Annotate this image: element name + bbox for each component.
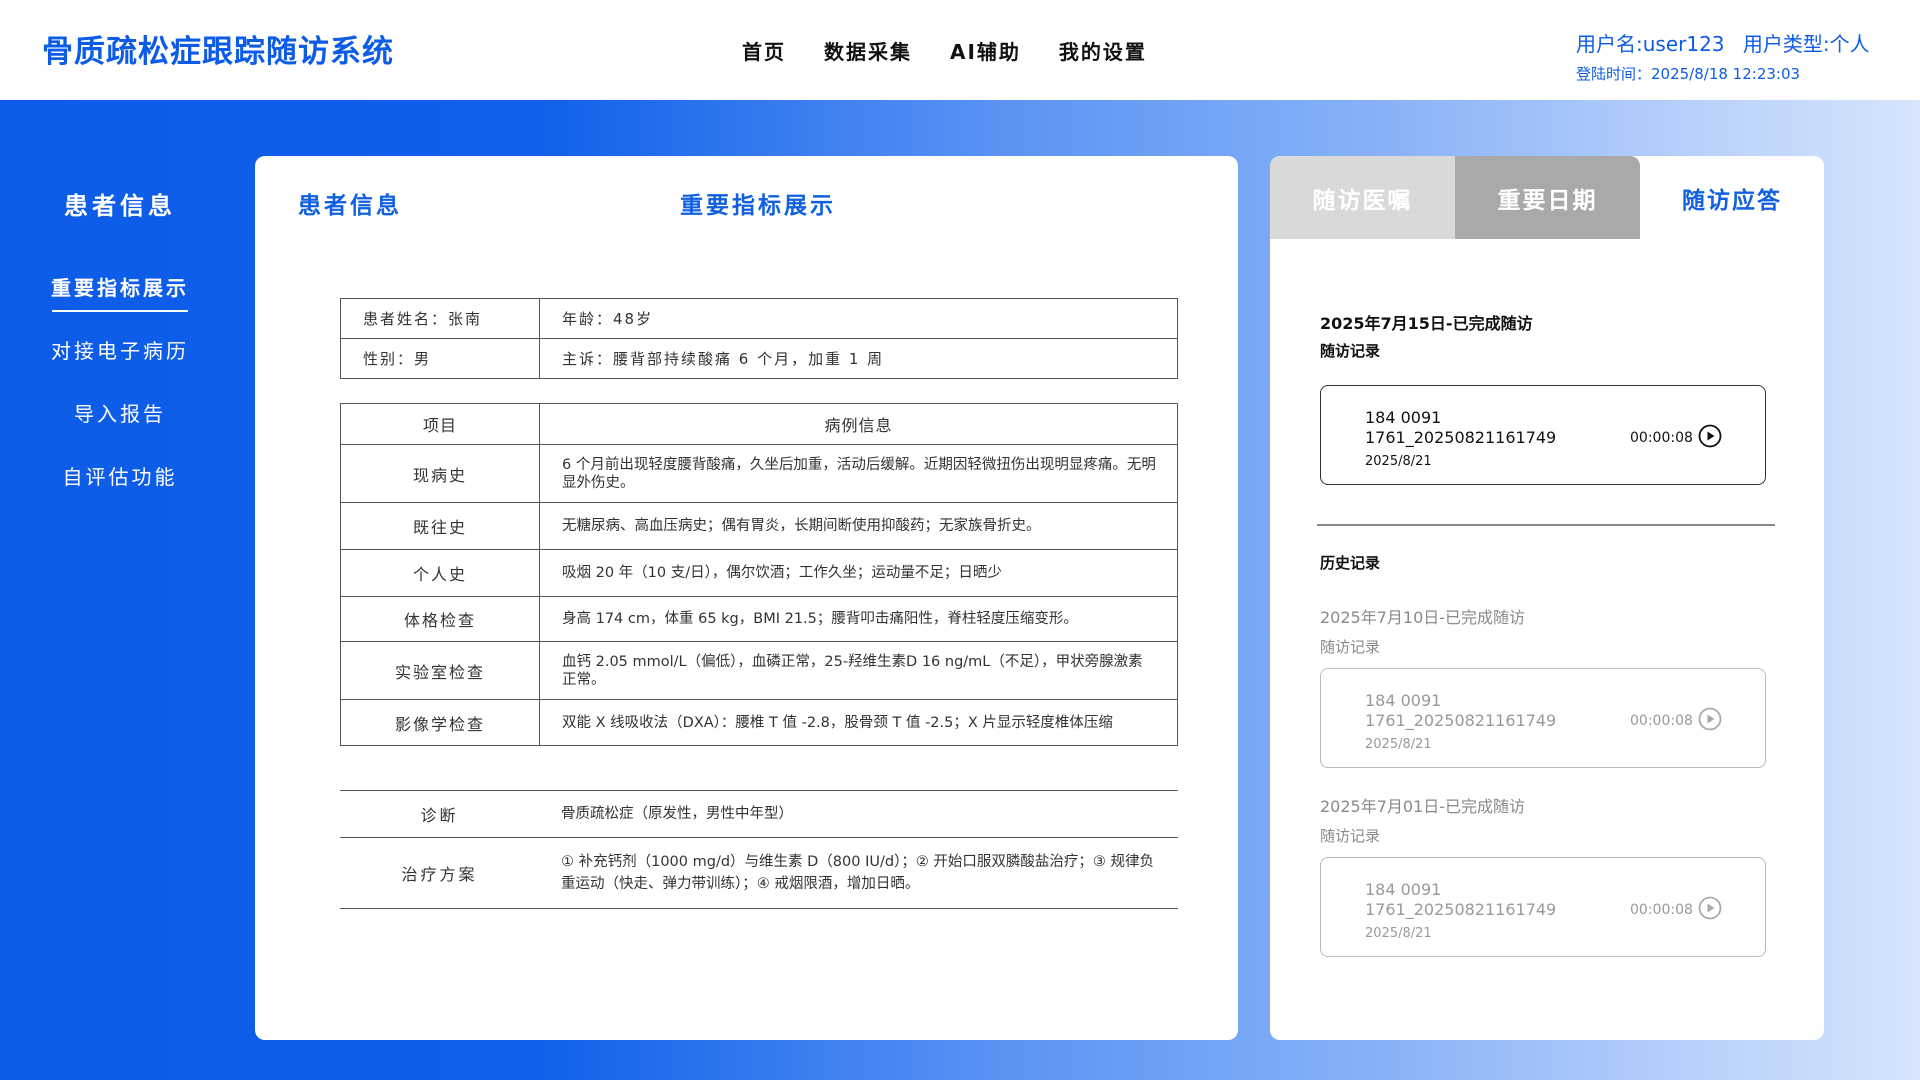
history-label: 历史记录 <box>1320 554 1381 572</box>
table-row: 诊断 骨质疏松症（原发性，男性中年型） <box>340 790 1178 838</box>
user-type: 用户类型:个人 <box>1742 32 1870 56</box>
sidebar-item-import-report[interactable]: 导入报告 <box>0 398 240 427</box>
user-name: 用户名:user123 <box>1576 32 1725 56</box>
section-divider <box>1317 524 1775 526</box>
recording-date: 2025/8/21 <box>1365 926 1432 941</box>
card-heading-patient: 患者信息 <box>298 193 402 219</box>
sidebar-item-self-assessment[interactable]: 自评估功能 <box>0 461 240 490</box>
recording-id-line2: 1761_20250821161749 <box>1365 900 1557 919</box>
sidebar-title: 患者信息 <box>64 192 176 220</box>
user-info: 用户名:user123 用户类型:个人 登陆时间：2025/8/18 12:23… <box>1576 28 1870 84</box>
follow-up-tabs: 随访医嘱 重要日期 随访应答 <box>1270 156 1824 239</box>
history-record-label: 随访记录 <box>1320 827 1381 845</box>
tab-important-dates[interactable]: 重要日期 <box>1455 156 1640 239</box>
table-row: 个人史 吸烟 20 年（10 支/日），偶尔饮酒；工作久坐；运动量不足；日晒少 <box>340 549 1178 597</box>
history-follow-up-title: 2025年7月10日-已完成随访 <box>1320 608 1526 627</box>
row-value: 血钙 2.05 mmol/L（偏低），血磷正常，25-羟维生素D 16 ng/m… <box>539 641 1178 700</box>
table-row: 影像学检查 双能 X 线吸收法（DXA）：腰椎 T 值 -2.8，股骨颈 T 值… <box>340 699 1178 746</box>
diagnosis-value: 骨质疏松症（原发性，男性中年型） <box>539 790 1178 838</box>
recording-card[interactable]: 184 0091 1761_20250821161749 2025/8/21 0… <box>1320 857 1766 957</box>
follow-up-panel: 随访医嘱 重要日期 随访应答 2025年7月15日-已完成随访 随访记录 184… <box>1270 156 1824 1040</box>
row-value: 无糖尿病、高血压病史；偶有胃炎，长期间断使用抑酸药；无家族骨折史。 <box>539 502 1178 550</box>
play-icon[interactable] <box>1698 896 1722 920</box>
patient-info-card: 患者信息 重要指标展示 患者姓名：张南 年龄：48岁 性别：男 主诉：腰背部持续… <box>255 156 1238 1040</box>
row-value: 吸烟 20 年（10 支/日），偶尔饮酒；工作久坐；运动量不足；日晒少 <box>539 549 1178 597</box>
table-row: 体格检查 身高 174 cm，体重 65 kg，BMI 21.5；腰背叩击痛阳性… <box>340 596 1178 642</box>
treatment-value: ① 补充钙剂（1000 mg/d）与维生素 D（800 IU/d）；② 开始口服… <box>539 837 1178 909</box>
treatment-label: 治疗方案 <box>340 837 539 909</box>
tab-follow-up-orders[interactable]: 随访医嘱 <box>1270 156 1455 239</box>
patient-basic-table: 患者姓名：张南 年龄：48岁 性别：男 主诉：腰背部持续酸痛 6 个月，加重 1… <box>340 298 1178 379</box>
top-header: 骨质疏松症跟踪随访系统 首页 数据采集 AI辅助 我的设置 用户名:user12… <box>0 0 1920 100</box>
history-follow-up-title: 2025年7月01日-已完成随访 <box>1320 797 1526 816</box>
table-row: 现病史 6 个月前出现轻度腰背酸痛，久坐后加重，活动后缓解。近期因轻微扭伤出现明… <box>340 444 1178 503</box>
patient-gender: 性别：男 <box>340 338 540 379</box>
patient-complaint: 主诉：腰背部持续酸痛 6 个月，加重 1 周 <box>539 338 1178 379</box>
row-label: 实验室检查 <box>340 641 540 700</box>
recording-card[interactable]: 184 0091 1761_20250821161749 2025/8/21 0… <box>1320 668 1766 768</box>
table-row: 实验室检查 血钙 2.05 mmol/L（偏低），血磷正常，25-羟维生素D 1… <box>340 641 1178 700</box>
recording-date: 2025/8/21 <box>1365 737 1432 752</box>
current-follow-up-title: 2025年7月15日-已完成随访 <box>1320 314 1533 333</box>
sidebar-item-key-indicators[interactable]: 重要指标展示 <box>0 272 240 312</box>
recording-id-line2: 1761_20250821161749 <box>1365 711 1557 730</box>
patient-name: 患者姓名：张南 <box>340 298 540 339</box>
play-icon[interactable] <box>1698 424 1722 448</box>
medical-record-table: 项目 病例信息 现病史 6 个月前出现轻度腰背酸痛，久坐后加重，活动后缓解。近期… <box>340 403 1178 746</box>
login-time: 登陆时间：2025/8/18 12:23:03 <box>1576 65 1801 83</box>
recording-duration: 00:00:08 <box>1630 430 1693 446</box>
recording-id-line1: 184 0091 <box>1365 408 1442 427</box>
recording-id-line1: 184 0091 <box>1365 880 1442 899</box>
table-row: 既往史 无糖尿病、高血压病史；偶有胃炎，长期间断使用抑酸药；无家族骨折史。 <box>340 502 1178 550</box>
tab-follow-up-response[interactable]: 随访应答 <box>1640 156 1824 239</box>
history-record-label: 随访记录 <box>1320 638 1381 656</box>
recording-card[interactable]: 184 0091 1761_20250821161749 2025/8/21 0… <box>1320 385 1766 485</box>
nav-my-settings[interactable]: 我的设置 <box>1059 36 1147 65</box>
row-label: 既往史 <box>340 502 540 550</box>
recording-id-line1: 184 0091 <box>1365 691 1442 710</box>
row-label: 影像学检查 <box>340 699 540 746</box>
top-nav: 首页 数据采集 AI辅助 我的设置 <box>742 36 1185 65</box>
recording-id-line2: 1761_20250821161749 <box>1365 428 1557 447</box>
nav-data-collection[interactable]: 数据采集 <box>824 36 912 65</box>
row-label: 体格检查 <box>340 596 540 642</box>
card-heading-indicators: 重要指标展示 <box>680 193 836 219</box>
recording-duration: 00:00:08 <box>1630 713 1693 729</box>
play-icon[interactable] <box>1698 707 1722 731</box>
column-header-item: 项目 <box>340 403 540 445</box>
row-value: 双能 X 线吸收法（DXA）：腰椎 T 值 -2.8，股骨颈 T 值 -2.5；… <box>539 699 1178 746</box>
diagnosis-label: 诊断 <box>340 790 539 838</box>
row-label: 现病史 <box>340 444 540 503</box>
nav-ai-assist[interactable]: AI辅助 <box>950 36 1021 65</box>
diagnosis-table: 诊断 骨质疏松症（原发性，男性中年型） 治疗方案 ① 补充钙剂（1000 mg/… <box>340 790 1178 909</box>
recording-duration: 00:00:08 <box>1630 902 1693 918</box>
current-record-label: 随访记录 <box>1320 342 1381 360</box>
app-title: 骨质疏松症跟踪随访系统 <box>42 34 394 70</box>
row-value: 6 个月前出现轻度腰背酸痛，久坐后加重，活动后缓解。近期因轻微扭伤出现明显疼痛。… <box>539 444 1178 503</box>
row-value: 身高 174 cm，体重 65 kg，BMI 21.5；腰背叩击痛阳性，脊柱轻度… <box>539 596 1178 642</box>
recording-date: 2025/8/21 <box>1365 454 1432 469</box>
nav-home[interactable]: 首页 <box>742 36 786 65</box>
table-row: 治疗方案 ① 补充钙剂（1000 mg/d）与维生素 D（800 IU/d）；②… <box>340 837 1178 909</box>
row-label: 个人史 <box>340 549 540 597</box>
patient-age: 年龄：48岁 <box>539 298 1178 339</box>
column-header-info: 病例信息 <box>539 403 1178 445</box>
sidebar-item-emr[interactable]: 对接电子病历 <box>0 335 240 364</box>
